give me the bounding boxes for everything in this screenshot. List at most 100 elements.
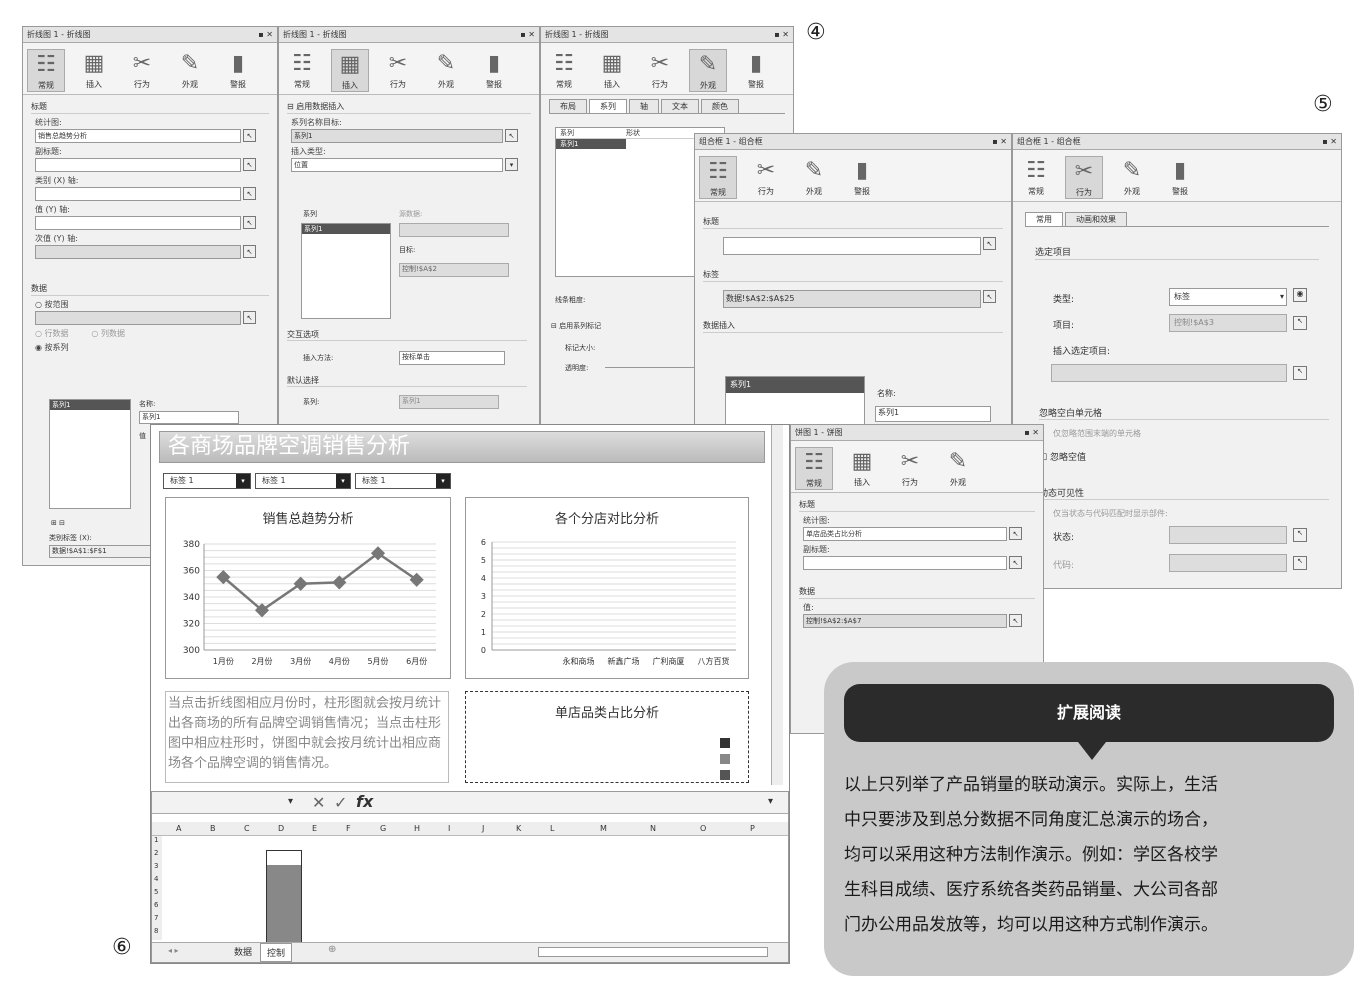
type-select[interactable]: 标签 ▾ — [1169, 288, 1287, 306]
row-header[interactable]: 1 — [154, 836, 158, 844]
cell-picker-icon[interactable]: ↖ — [983, 237, 996, 250]
insert-tab-button[interactable]: ▦ 插入 — [331, 49, 369, 92]
insert-method-select[interactable]: 按标单击 — [399, 351, 505, 365]
cell-picker-icon[interactable]: ↖ — [1009, 556, 1022, 569]
cell-picker-icon[interactable]: ↖ — [983, 290, 996, 303]
tab-common[interactable]: 常用 — [1025, 212, 1063, 226]
name-box-dropdown[interactable]: ▾ — [288, 796, 293, 807]
action-tab-button[interactable]: ✂ 行为 — [379, 49, 417, 92]
add-remove-buttons[interactable]: ⊞ ⊟ — [51, 519, 65, 527]
column-header[interactable]: I — [448, 824, 450, 833]
code-input[interactable] — [1169, 554, 1287, 572]
close-icon[interactable]: ▪ ✕ — [774, 27, 789, 43]
subtitle-input[interactable]: ↖ — [803, 556, 1022, 570]
column-header[interactable]: M — [600, 824, 607, 833]
cell-picker-icon[interactable]: ↖ — [1293, 528, 1307, 542]
data-point[interactable] — [409, 572, 424, 587]
column-header[interactable]: H — [414, 824, 420, 833]
tab-axis[interactable]: 轴 — [629, 99, 659, 113]
default-series-select[interactable]: 系列1 — [399, 395, 499, 409]
general-tab-button[interactable]: ☷ 常规 — [283, 49, 321, 92]
action-tab-button[interactable]: ✂ 行为 — [1065, 156, 1103, 199]
general-tab-button[interactable]: ☷ 常规 — [27, 49, 65, 92]
cell-picker-icon[interactable]: ↖ — [243, 129, 256, 142]
cell-picker-icon[interactable]: ↖ — [1293, 556, 1307, 570]
column-data-radio[interactable]: ○ 列数据 — [91, 329, 125, 338]
cell-picker-icon[interactable]: ↖ — [243, 187, 256, 200]
close-icon[interactable]: ▪ ✕ — [258, 27, 273, 43]
cell-picker-icon[interactable]: ↖ — [243, 158, 256, 171]
general-tab-button[interactable]: ☷ 常规 — [795, 447, 833, 490]
item-select[interactable]: 控制!$A$3 — [1169, 314, 1287, 332]
series-list[interactable]: 系列1 — [301, 223, 391, 319]
title-input[interactable]: ↖ — [723, 237, 996, 255]
settings-icon[interactable]: ◉ — [1293, 288, 1307, 302]
row-header[interactable]: 3 — [154, 862, 158, 870]
insert-selected-input[interactable] — [1051, 364, 1287, 382]
selected-cell-range[interactable] — [266, 850, 302, 946]
row-header[interactable]: 8 — [154, 927, 158, 935]
tab-series[interactable]: 系列 — [589, 99, 627, 113]
series-list-item[interactable]: 系列1 — [726, 377, 864, 393]
line-chart-plot[interactable]: 380 360 340 320 300 1月份 2月份 3月份 4月份 5月份 6月份 — [166, 498, 452, 680]
secondary-axis-input[interactable]: ↖ — [35, 245, 256, 259]
bar-chart[interactable]: 各个分店对比分析 6 5 4 3 2 1 0 永和商场 新鑫广场 广利商厦 八方百货 — [465, 497, 749, 679]
column-header[interactable]: N — [650, 824, 656, 833]
ignore-blank-checkbox[interactable]: ☐ 忽略空值 — [1039, 450, 1086, 463]
status-input[interactable] — [1169, 526, 1287, 544]
by-range-radio[interactable]: ○ 按范围 — [35, 299, 265, 310]
sheet-tab-control[interactable]: 控制 — [260, 943, 293, 962]
enable-insert-checkbox[interactable]: ⊟ 启用数据插入 — [287, 101, 531, 114]
insert-type-select[interactable]: 位置 ▾ — [291, 158, 518, 172]
tab-animation[interactable]: 动画和效果 — [1065, 212, 1127, 226]
column-header[interactable]: B — [210, 824, 216, 833]
label-range-input[interactable]: 数据!$A$2:$A$25 ↖ — [723, 290, 996, 308]
series-list-item[interactable]: 系列1 — [50, 400, 130, 410]
general-tab-button[interactable]: ☷ 常规 — [545, 49, 583, 92]
series-list-item[interactable]: 系列1 — [302, 224, 390, 234]
sheet-tab-data[interactable]: 数据 — [228, 945, 258, 958]
series-name-input[interactable]: 系列1 — [139, 411, 239, 424]
formula-bar[interactable]: ▾ ✕ ✓ fx ▾ — [152, 792, 788, 814]
source-data-input[interactable] — [399, 223, 509, 237]
expand-icon[interactable]: ▾ — [768, 796, 773, 807]
chart-title-input[interactable]: 单店品类占比分析 ↖ — [803, 527, 1022, 541]
function-icon[interactable]: fx — [356, 792, 373, 811]
alert-tab-button[interactable]: ▮ 警报 — [475, 49, 513, 92]
pie-chart[interactable]: 单店品类占比分析 — [465, 691, 749, 783]
chart-title-input[interactable]: 销售总趋势分析 ↖ — [35, 129, 256, 143]
row-header[interactable]: 6 — [154, 901, 158, 909]
close-icon[interactable]: ▪ ✕ — [1024, 425, 1039, 441]
column-header[interactable]: A — [176, 824, 181, 833]
alert-tab-button[interactable]: ▮ 警报 — [737, 49, 775, 92]
appearance-tab-button[interactable]: ✎ 外观 — [171, 49, 209, 92]
action-tab-button[interactable]: ✂ 行为 — [641, 49, 679, 92]
row-header[interactable]: 7 — [154, 914, 158, 922]
close-icon[interactable]: ▪ ✕ — [1322, 134, 1337, 150]
insert-tab-button[interactable]: ▦ 插入 — [593, 49, 631, 92]
tab-color[interactable]: 颜色 — [701, 99, 739, 113]
cell-picker-icon[interactable]: ↖ — [243, 216, 256, 229]
action-tab-button[interactable]: ✂ 行为 — [123, 49, 161, 92]
subtitle-input[interactable]: ↖ — [35, 158, 256, 172]
cell-picker-icon[interactable]: ↖ — [243, 245, 256, 258]
row-header[interactable]: 2 — [154, 849, 158, 857]
general-tab-button[interactable]: ☷ 常规 — [1017, 156, 1055, 199]
chevron-down-icon[interactable]: ▾ — [505, 158, 518, 171]
value-axis-input[interactable]: ↖ — [35, 216, 256, 230]
column-header[interactable]: O — [700, 824, 706, 833]
enable-marker-checkbox[interactable]: ⊟ 启用系列标记 — [551, 321, 601, 331]
row-data-radio[interactable]: ○ 行数据 — [35, 329, 69, 338]
alert-tab-button[interactable]: ▮ 警报 — [1161, 156, 1199, 199]
series-target-input[interactable]: 系列1 ↖ — [291, 129, 518, 143]
appearance-tab-button[interactable]: ✎ 外观 — [689, 49, 727, 92]
series-row[interactable]: 系列1 — [556, 139, 626, 149]
general-tab-button[interactable]: ☷ 常规 — [699, 156, 737, 199]
row-header[interactable]: 4 — [154, 875, 158, 883]
add-sheet-icon[interactable]: ⊕ — [328, 944, 336, 955]
appearance-tab-button[interactable]: ✎ 外观 — [427, 49, 465, 92]
vertical-scrollbar[interactable] — [771, 425, 783, 785]
series-list[interactable]: 系列1 — [49, 399, 131, 509]
column-header[interactable]: L — [550, 824, 554, 833]
column-header[interactable]: P — [750, 824, 755, 833]
